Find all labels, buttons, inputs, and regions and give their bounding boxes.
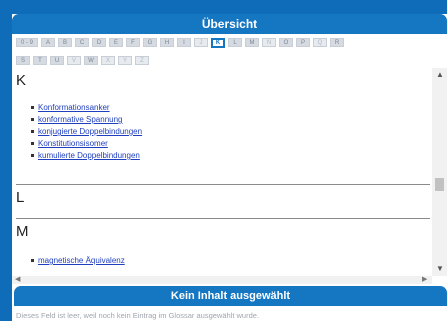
letter-button-d[interactable]: D: [92, 38, 106, 47]
detail-header: Kein Inhalt ausgewählt: [14, 286, 447, 306]
glossary-list[interactable]: K Konformationsanker konformative Spannu…: [12, 68, 447, 276]
alphabet-index: 0 - 9ABCDEFGHIJKLMNOPQR STUVWXYZ: [16, 38, 446, 65]
section-heading-l: L: [16, 189, 25, 206]
letter-button-i[interactable]: I: [177, 38, 191, 47]
entry-link[interactable]: kumulierte Doppelbindungen: [38, 151, 140, 160]
list-item[interactable]: kumulierte Doppelbindungen: [30, 150, 142, 162]
entry-list-k: Konformationsanker konformative Spannung…: [16, 102, 142, 162]
section-divider: [16, 184, 430, 185]
letter-button-z: Z: [135, 56, 149, 65]
section-k: K Konformationsanker konformative Spannu…: [16, 68, 142, 162]
horizontal-scrollbar[interactable]: ◀ ▶: [12, 276, 432, 284]
letter-button-w[interactable]: W: [84, 56, 98, 65]
list-item[interactable]: konjugierte Doppelbindungen: [30, 126, 142, 138]
list-item[interactable]: konformative Spannung: [30, 114, 142, 126]
section-heading-m: M: [16, 223, 29, 240]
letter-button-k[interactable]: K: [211, 38, 225, 48]
letter-button-g[interactable]: G: [143, 38, 157, 47]
letter-button-h[interactable]: H: [160, 38, 174, 47]
glossary-panel: Übersicht 0 - 9ABCDEFGHIJKLMNOPQRSTUVWXY…: [12, 14, 447, 321]
vertical-scrollbar[interactable]: ▲ ▼: [432, 68, 447, 276]
letter-button-s[interactable]: S: [16, 56, 30, 65]
entry-link[interactable]: Konformationsanker: [38, 103, 110, 112]
letter-button-x: X: [101, 56, 115, 65]
letter-button-t[interactable]: T: [33, 56, 47, 65]
letter-button-0-9[interactable]: 0 - 9: [16, 38, 38, 47]
letter-button-l[interactable]: L: [228, 38, 242, 47]
overview-header: Übersicht: [12, 14, 447, 34]
letter-button-e[interactable]: E: [109, 38, 123, 47]
letter-button-a[interactable]: A: [41, 38, 55, 47]
list-item[interactable]: Konstitutionsisomer: [30, 138, 142, 150]
section-heading-k: K: [16, 72, 27, 89]
letter-button-o[interactable]: O: [279, 38, 293, 47]
letter-button-p[interactable]: P: [296, 38, 310, 47]
arrow-up-icon[interactable]: ▲: [436, 70, 444, 79]
letter-button-c[interactable]: C: [75, 38, 89, 47]
letter-button-u[interactable]: U: [50, 56, 64, 65]
section-m: M magnetische Äquivalenz: [16, 219, 125, 267]
letter-button-y: Y: [118, 56, 132, 65]
scrollbar-thumb[interactable]: [435, 178, 444, 191]
letter-button-f[interactable]: F: [126, 38, 140, 47]
letter-button-m[interactable]: M: [245, 38, 259, 47]
letter-button-q: Q: [313, 38, 327, 47]
entry-link[interactable]: konformative Spannung: [38, 115, 123, 124]
entry-link[interactable]: konjugierte Doppelbindungen: [38, 127, 142, 136]
list-item[interactable]: Konformationsanker: [30, 102, 142, 114]
entry-link[interactable]: magnetische Äquivalenz: [38, 256, 125, 265]
letter-button-n: N: [262, 38, 276, 47]
section-l: L: [16, 185, 24, 207]
letter-button-j: J: [194, 38, 208, 47]
arrow-right-icon[interactable]: ▶: [422, 275, 427, 283]
entry-link[interactable]: Konstitutionsisomer: [38, 139, 108, 148]
letter-button-b[interactable]: B: [58, 38, 72, 47]
letter-button-v: V: [67, 56, 81, 65]
entry-list-m: magnetische Äquivalenz: [16, 255, 125, 267]
empty-message: Dieses Feld ist leer, weil noch kein Ein…: [16, 311, 260, 320]
arrow-left-icon[interactable]: ◀: [15, 275, 20, 283]
list-item[interactable]: magnetische Äquivalenz: [31, 255, 125, 267]
letter-button-r[interactable]: R: [330, 38, 344, 47]
arrow-down-icon[interactable]: ▼: [436, 264, 444, 273]
